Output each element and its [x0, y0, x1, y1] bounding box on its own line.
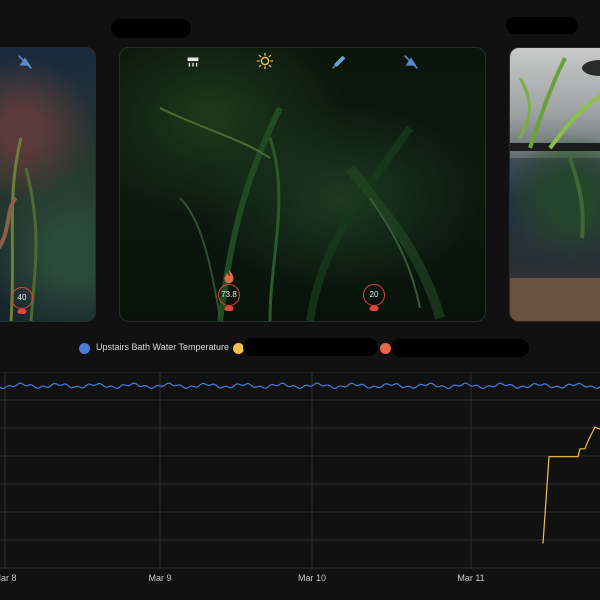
legend-label-series1[interactable]: Upstairs Bath Water Temperature: [96, 342, 229, 352]
no-feed-icon[interactable]: [402, 53, 420, 71]
chart-grid: [0, 372, 600, 569]
sensor-value: 40: [17, 293, 27, 302]
camera-card-left[interactable]: 40: [0, 47, 96, 322]
dropper-icon[interactable]: [330, 53, 348, 71]
series-line-series2: [542, 426, 600, 544]
sensor-value: 20: [369, 290, 379, 299]
redacted-title-left: [111, 19, 191, 38]
sensor-badge[interactable]: 20: [363, 284, 385, 311]
x-tick-label: Mar 9: [148, 573, 172, 583]
camera-feed-image: [0, 137, 38, 321]
no-feed-icon[interactable]: [16, 53, 34, 71]
legend-label-series2-redacted: [243, 338, 378, 356]
shower-icon[interactable]: [184, 53, 202, 71]
camera-feed-image: [159, 106, 445, 321]
history-chart[interactable]: [0, 372, 600, 572]
legend-label-series3-redacted: [391, 339, 529, 357]
camera-feed-image: [510, 57, 600, 321]
chart-legend: Upstairs Bath Water Temperature: [0, 338, 600, 358]
sun-icon[interactable]: [256, 52, 274, 70]
redacted-title-right: [506, 17, 578, 34]
x-tick-label: Mar 11: [457, 573, 485, 583]
sensor-status-dot: [224, 306, 234, 311]
sensor-status-dot: [369, 306, 379, 311]
series-line-water-temp: [0, 382, 600, 390]
x-tick-label: Mar 10: [297, 573, 327, 583]
legend-dot-series1[interactable]: [79, 343, 90, 354]
camera-card-center[interactable]: 73.8 20: [119, 47, 486, 322]
x-tick-label: Mar 8: [0, 573, 17, 583]
sensor-status-dot: [17, 309, 27, 314]
sensor-value: 73.8: [221, 290, 237, 299]
camera-card-right[interactable]: [509, 47, 600, 322]
sensor-badge[interactable]: 73.8: [218, 284, 240, 311]
sensor-badge[interactable]: 40: [11, 287, 33, 314]
legend-dot-series3[interactable]: [380, 343, 391, 354]
